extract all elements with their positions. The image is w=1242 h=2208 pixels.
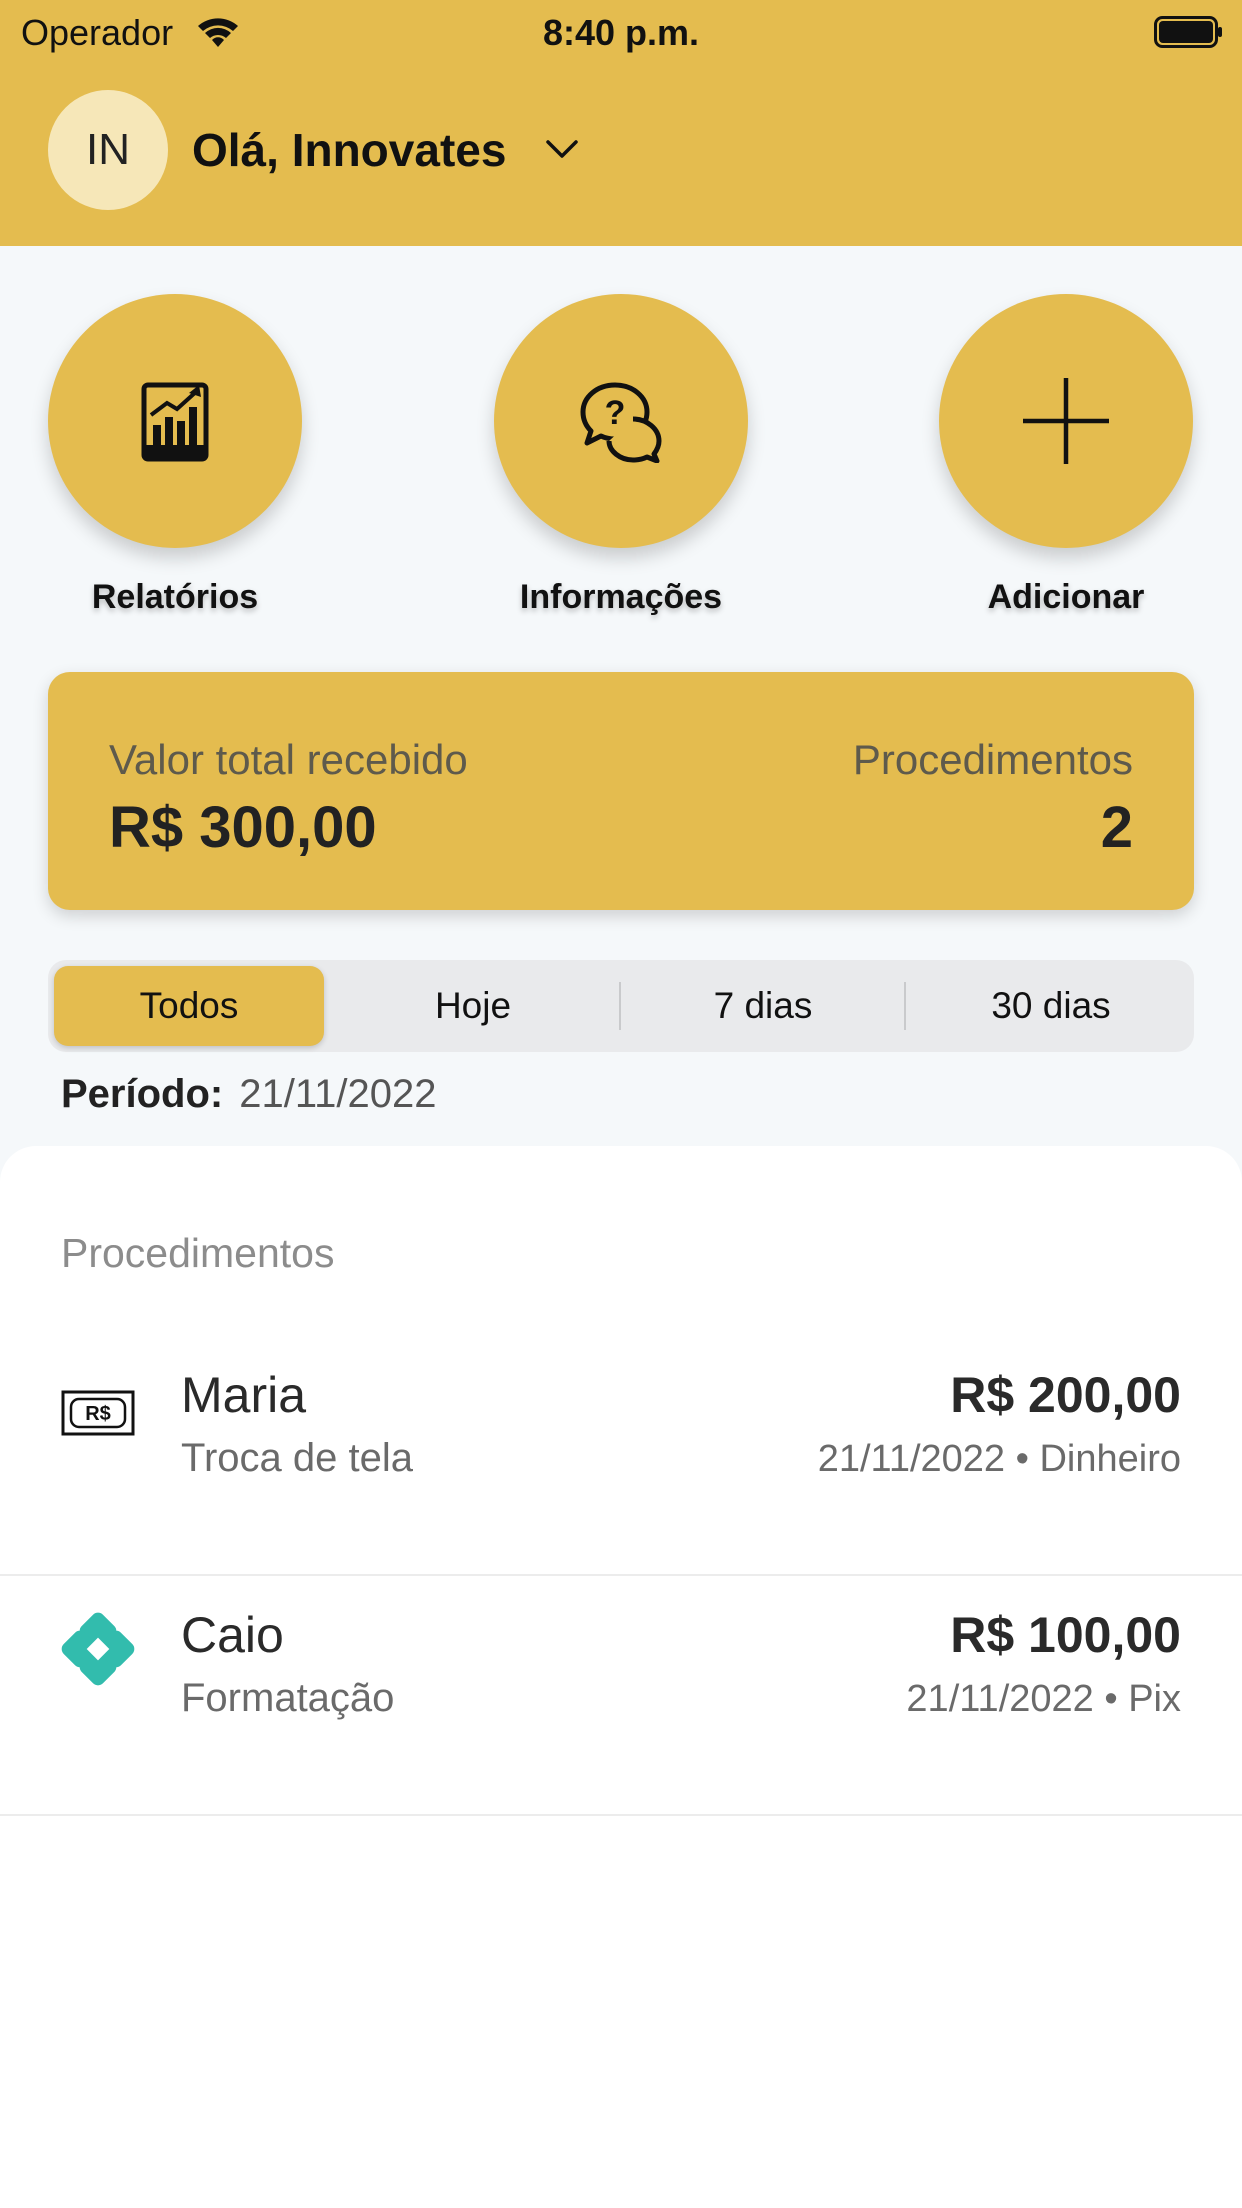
avatar-initials: IN: [86, 125, 130, 174]
app-header: Operador 8:40 p.m. IN Olá, Innovates: [0, 0, 1242, 246]
help-chat-icon: ?: [580, 382, 662, 463]
procedures-count-value: 2: [1100, 795, 1133, 860]
period-filter: Todos Hoje 7 dias 30 dias: [48, 960, 1194, 1052]
procedure-amount: R$ 100,00: [950, 1607, 1181, 1663]
filter-all[interactable]: Todos: [54, 966, 324, 1046]
period-label: Período:: [61, 1072, 224, 1116]
service-name: Troca de tela: [181, 1436, 413, 1480]
segment-divider: [619, 982, 621, 1030]
list-item[interactable]: Caio Formatação R$ 100,00 21/11/2022 • P…: [0, 1576, 1242, 1816]
chevron-down-icon[interactable]: [545, 136, 579, 162]
service-name: Formatação: [181, 1676, 395, 1720]
segment-divider: [904, 982, 906, 1030]
filter-7-days[interactable]: 7 dias: [628, 966, 898, 1046]
svg-text:?: ?: [605, 394, 626, 432]
procedures-panel: Procedimentos R$ Maria Troca de tela R$ …: [0, 1146, 1242, 2208]
reports-label: Relatórios: [91, 578, 259, 616]
client-name: Caio: [181, 1607, 284, 1663]
period-info: Período: 21/11/2022: [61, 1072, 436, 1117]
add-label: Adicionar: [987, 578, 1145, 616]
status-bar: Operador 8:40 p.m.: [0, 0, 1242, 66]
plus-icon: [1023, 378, 1109, 464]
procedure-amount: R$ 200,00: [950, 1367, 1181, 1423]
summary-card: Valor total recebido R$ 300,00 Procedime…: [48, 672, 1194, 910]
cash-icon: R$: [61, 1390, 135, 1436]
client-name: Maria: [181, 1367, 307, 1423]
avatar[interactable]: IN: [48, 90, 168, 210]
period-value: 21/11/2022: [239, 1072, 437, 1116]
procedures-title: Procedimentos: [61, 1230, 335, 1276]
svg-text:R$: R$: [85, 1403, 111, 1425]
greeting-title[interactable]: Olá, Innovates: [192, 123, 506, 177]
info-label: Informações: [519, 578, 723, 616]
reports-button[interactable]: [48, 294, 302, 548]
battery-icon: [1154, 16, 1222, 48]
procedure-date-method: 21/11/2022 • Dinheiro: [817, 1438, 1181, 1480]
filter-today[interactable]: Hoje: [338, 966, 608, 1046]
procedure-date-method: 21/11/2022 • Pix: [906, 1678, 1181, 1720]
total-received-label: Valor total recebido: [109, 736, 468, 783]
report-chart-icon: [141, 382, 209, 462]
filter-30-days[interactable]: 30 dias: [914, 966, 1188, 1046]
total-received-value: R$ 300,00: [109, 795, 377, 860]
list-item[interactable]: R$ Maria Troca de tela R$ 200,00 21/11/2…: [0, 1336, 1242, 1576]
add-button[interactable]: [939, 294, 1193, 548]
status-time: 8:40 p.m.: [542, 12, 700, 53]
pix-icon: [61, 1612, 135, 1686]
info-button[interactable]: ?: [494, 294, 748, 548]
procedures-count-label: Procedimentos: [852, 736, 1133, 783]
